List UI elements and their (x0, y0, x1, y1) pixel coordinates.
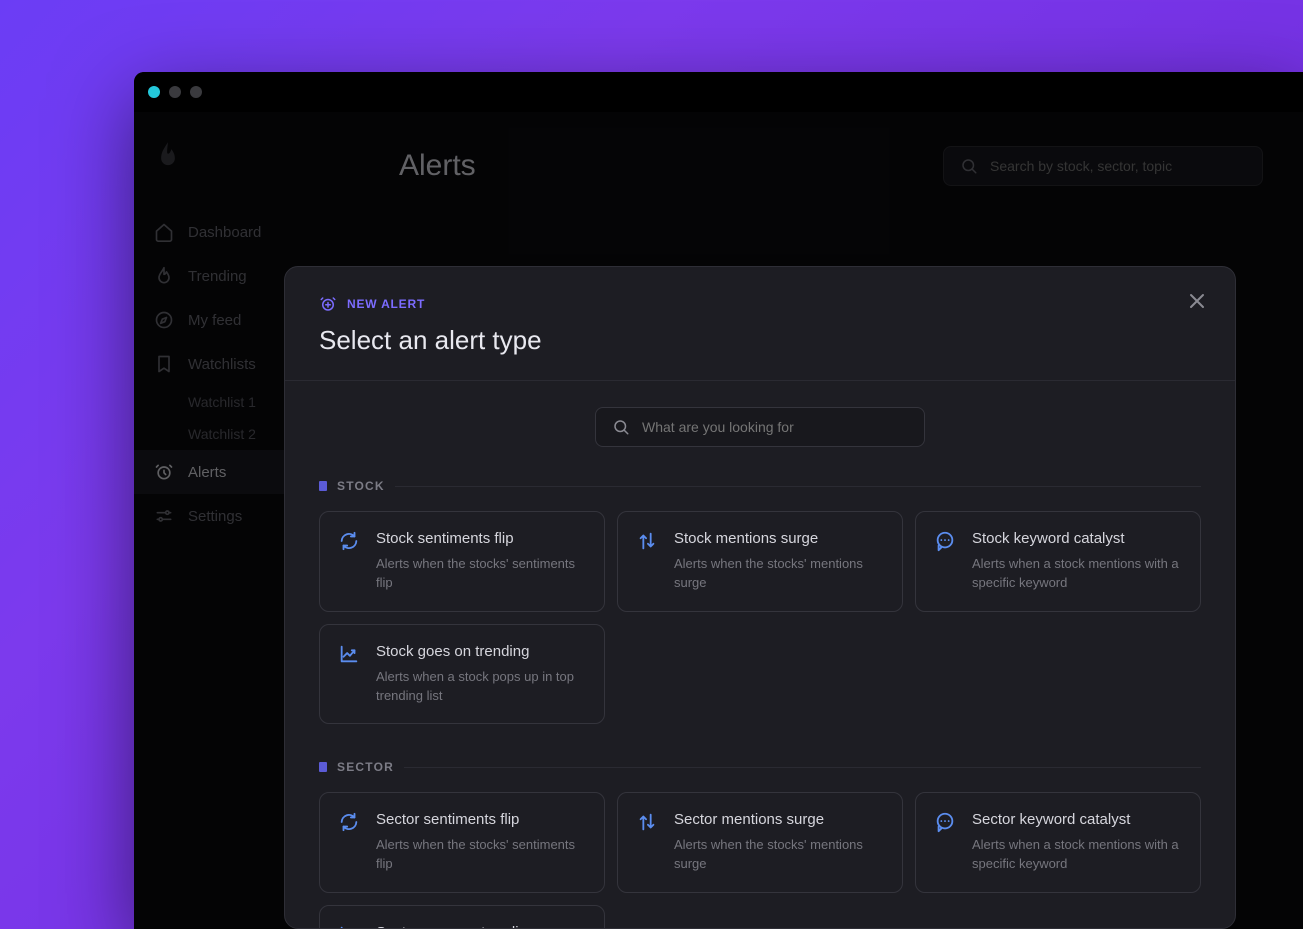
section-divider (395, 486, 1201, 487)
alert-card-sector-keyword-catalyst[interactable]: Sector keyword catalyst Alerts when a st… (915, 792, 1201, 893)
window-control-minimize[interactable] (169, 86, 181, 98)
card-desc: Alerts when a stock mentions with a spec… (972, 555, 1182, 593)
card-title: Sector mentions surge (674, 811, 884, 828)
card-desc: Alerts when a stock pops up in top trend… (376, 668, 586, 706)
card-title: Sector sentiments flip (376, 811, 586, 828)
arrow-up-down-icon (636, 530, 658, 552)
modal-body: STOCK Stock sentiments flip Alerts when … (285, 381, 1235, 929)
card-title: Stock sentiments flip (376, 530, 586, 547)
card-desc: Alerts when the stocks' sentiments flip (376, 836, 586, 874)
modal-header: NEW ALERT Select an alert type (285, 267, 1235, 381)
chart-up-icon (338, 924, 360, 929)
alert-card-stock-mentions-surge[interactable]: Stock mentions surge Alerts when the sto… (617, 511, 903, 612)
modal-close-button[interactable] (1185, 289, 1209, 313)
alert-type-search-input[interactable] (642, 419, 908, 435)
alert-card-stock-sentiments-flip[interactable]: Stock sentiments flip Alerts when the st… (319, 511, 605, 612)
section-text: SECTOR (337, 760, 394, 774)
window-control-close[interactable] (148, 86, 160, 98)
card-desc: Alerts when the stocks' mentions surge (674, 836, 884, 874)
alert-type-search[interactable] (595, 407, 925, 447)
window-control-maximize[interactable] (190, 86, 202, 98)
card-desc: Alerts when the stocks' mentions surge (674, 555, 884, 593)
card-title: Stock goes on trending (376, 643, 586, 660)
card-desc: Alerts when a stock mentions with a spec… (972, 836, 1182, 874)
modal-eyebrow: NEW ALERT (319, 295, 1201, 313)
section-divider (404, 767, 1201, 768)
chart-up-icon (338, 643, 360, 665)
alarm-plus-icon (319, 295, 337, 313)
card-desc: Alerts when the stocks' sentiments flip (376, 555, 586, 593)
chat-icon (934, 811, 956, 833)
arrow-up-down-icon (636, 811, 658, 833)
card-title: Sector keyword catalyst (972, 811, 1182, 828)
section-badge-icon (319, 481, 327, 491)
refresh-icon (338, 811, 360, 833)
card-title: Stock mentions surge (674, 530, 884, 547)
app-window: Dashboard Trending My feed Watchlists Wa… (134, 72, 1303, 929)
section-text: STOCK (337, 479, 385, 493)
card-title: Stock keyword catalyst (972, 530, 1182, 547)
section-badge-icon (319, 762, 327, 772)
alert-card-sector-mentions-surge[interactable]: Sector mentions surge Alerts when the st… (617, 792, 903, 893)
alert-card-stock-keyword-catalyst[interactable]: Stock keyword catalyst Alerts when a sto… (915, 511, 1201, 612)
sector-card-grid: Sector sentiments flip Alerts when the s… (319, 792, 1201, 929)
close-icon (1185, 289, 1209, 313)
chat-icon (934, 530, 956, 552)
modal-title: Select an alert type (319, 325, 1201, 356)
search-icon (612, 418, 630, 436)
stock-card-grid: Stock sentiments flip Alerts when the st… (319, 511, 1201, 724)
window-titlebar (134, 72, 1303, 112)
alert-card-sector-trending[interactable]: Sector goes on trending Alerts when a st… (319, 905, 605, 929)
section-stock-label: STOCK (319, 479, 1201, 493)
refresh-icon (338, 530, 360, 552)
eyebrow-text: NEW ALERT (347, 297, 425, 311)
alert-card-stock-trending[interactable]: Stock goes on trending Alerts when a sto… (319, 624, 605, 725)
new-alert-modal: NEW ALERT Select an alert type STOCK (284, 266, 1236, 929)
card-title: Sector goes on trending (376, 924, 586, 929)
alert-card-sector-sentiments-flip[interactable]: Sector sentiments flip Alerts when the s… (319, 792, 605, 893)
section-sector-label: SECTOR (319, 760, 1201, 774)
